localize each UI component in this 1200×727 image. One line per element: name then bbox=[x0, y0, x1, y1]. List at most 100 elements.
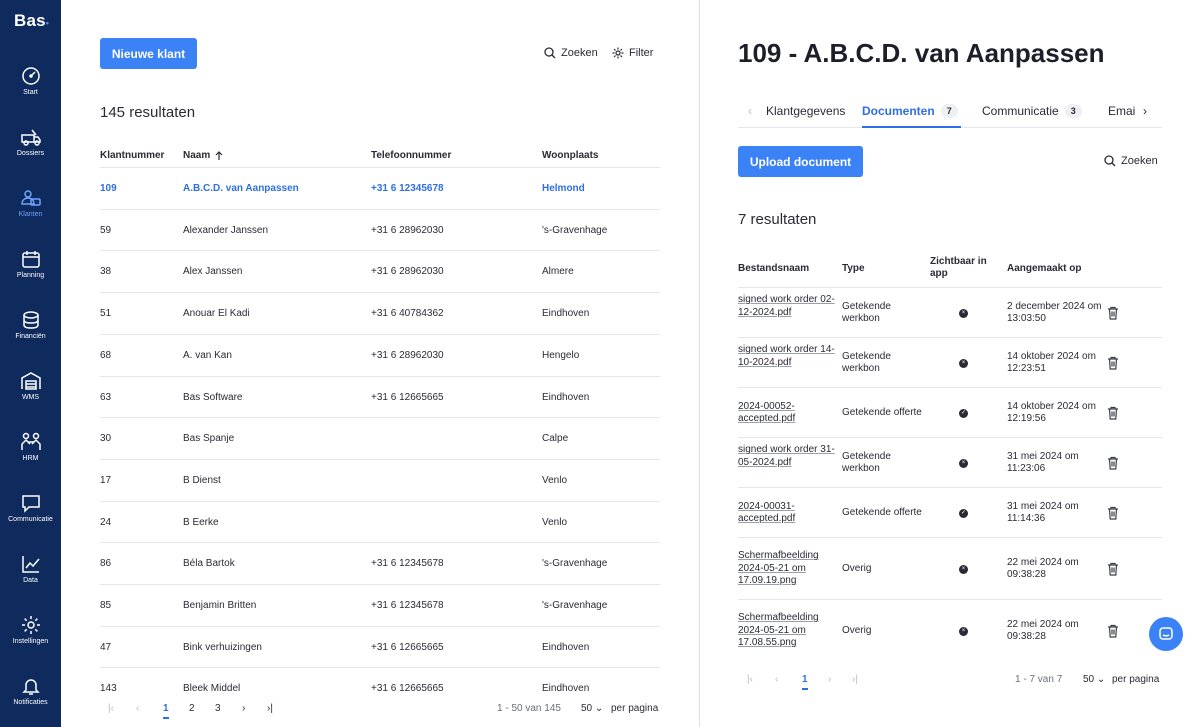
tab-communicatie[interactable]: Communicatie 3 bbox=[982, 104, 1082, 118]
document-row[interactable]: Schermafbeelding 2024-05-21 om 17.09.19.… bbox=[738, 537, 1162, 599]
column-header-woonplaats[interactable]: Woonplaats bbox=[542, 150, 598, 161]
filter-button[interactable]: Filter bbox=[612, 47, 653, 59]
trash-icon[interactable] bbox=[1107, 456, 1119, 473]
table-row[interactable]: 24 B Eerke Venlo bbox=[100, 500, 660, 543]
table-row[interactable]: 51 Anouar El Kadi +31 6 40784362 Eindhoven bbox=[100, 292, 660, 334]
trash-icon[interactable] bbox=[1107, 306, 1119, 323]
cell-woonplaats: 's-Gravenhage bbox=[542, 558, 608, 570]
document-row[interactable]: 2024-00031-accepted.pdf Getekende offerte… bbox=[738, 487, 1162, 537]
document-type: Getekende werkbon bbox=[842, 450, 891, 475]
support-chat-button[interactable] bbox=[1149, 617, 1183, 651]
cell-telefoonnummer: +31 6 12665665 bbox=[371, 641, 444, 653]
table-row[interactable]: 38 Alex Janssen +31 6 28962030 Almere bbox=[100, 250, 660, 292]
document-row[interactable]: signed work order 02-12-2024.pdf Getekend… bbox=[738, 287, 1162, 337]
not-visible-x-icon: × bbox=[959, 626, 968, 636]
trash-icon[interactable] bbox=[1107, 356, 1119, 373]
page-1-button[interactable]: 1 bbox=[163, 703, 169, 719]
first-page-button[interactable]: |‹ bbox=[108, 703, 114, 714]
first-page-button[interactable]: |‹ bbox=[747, 674, 753, 685]
trash-icon[interactable] bbox=[1107, 562, 1119, 579]
document-name-link[interactable]: 2024-00031-accepted.pdf bbox=[738, 501, 838, 526]
cell-naam: A.B.C.D. van Aanpassen bbox=[183, 183, 299, 194]
per-page-select[interactable]: 50 ⌄ bbox=[581, 703, 603, 714]
column-header-klantnummer[interactable]: Klantnummer bbox=[100, 150, 164, 161]
next-page-button[interactable]: › bbox=[828, 674, 831, 685]
table-row[interactable]: 30 Bas Spanje Calpe bbox=[100, 417, 660, 459]
table-row[interactable]: 68 A. van Kan +31 6 28962030 Hengelo bbox=[100, 333, 660, 376]
table-row[interactable]: 63 Bas Software +31 6 12665665 Eindhoven bbox=[100, 375, 660, 418]
sidebar-item-planning[interactable]: Planning bbox=[0, 249, 61, 301]
prev-page-button[interactable]: ‹ bbox=[775, 674, 778, 685]
per-page-select[interactable]: 50 ⌄ bbox=[1083, 674, 1105, 685]
document-row[interactable]: signed work order 14-10-2024.pdf Getekend… bbox=[738, 337, 1162, 387]
tabs-scroll-left-icon[interactable]: ‹ bbox=[748, 104, 752, 118]
sidebar: Bas• Start Dossiers Klanten Planning Fin… bbox=[0, 0, 61, 727]
document-row[interactable]: signed work order 31-05-2024.pdf Getekend… bbox=[738, 437, 1162, 487]
active-tab-indicator bbox=[862, 126, 961, 128]
document-name-link[interactable]: Schermafbeelding 2024-05-21 om 17.09.19.… bbox=[738, 550, 838, 588]
sidebar-item-start[interactable]: Start bbox=[0, 66, 61, 118]
cell-klantnummer: 51 bbox=[100, 308, 112, 320]
tab-klantgegevens[interactable]: Klantgegevens bbox=[766, 104, 845, 118]
sidebar-item-klanten[interactable]: Klanten bbox=[0, 188, 61, 240]
last-page-button[interactable]: ›| bbox=[852, 674, 858, 685]
tab-email[interactable]: Emai bbox=[1108, 104, 1135, 118]
last-page-button[interactable]: ›| bbox=[267, 703, 273, 714]
trash-icon[interactable] bbox=[1107, 624, 1119, 641]
table-row[interactable]: 59 Alexander Janssen +31 6 28962030 's-Grav… bbox=[100, 208, 660, 251]
truck-icon bbox=[20, 129, 41, 146]
column-header-zichtbaar[interactable]: Zichtbaar in app bbox=[930, 256, 994, 280]
tabs-scroll-right-icon[interactable]: › bbox=[1143, 104, 1147, 118]
search-icon bbox=[1104, 155, 1116, 167]
sidebar-item-wms[interactable]: WMS bbox=[0, 371, 61, 423]
sidebar-item-instellingen[interactable]: Instellingen bbox=[0, 615, 61, 667]
column-header-aangemaakt[interactable]: Aangemaakt op bbox=[1007, 263, 1081, 275]
tab-documenten[interactable]: Documenten 7 bbox=[862, 104, 958, 118]
cell-klantnummer: 63 bbox=[100, 391, 112, 403]
trash-icon[interactable] bbox=[1107, 506, 1119, 523]
document-name-link[interactable]: signed work order 31-05-2024.pdf bbox=[738, 444, 838, 469]
document-row[interactable]: Schermafbeelding 2024-05-21 om 17.08.55.… bbox=[738, 599, 1162, 661]
cell-klantnummer: 30 bbox=[100, 433, 112, 445]
results-count: 145 resultaten bbox=[100, 104, 196, 121]
brand-logo[interactable]: Bas• bbox=[14, 11, 49, 31]
page-2-button[interactable]: 2 bbox=[189, 703, 195, 714]
column-header-telefoonnummer[interactable]: Telefoonnummer bbox=[371, 150, 451, 161]
document-search-button[interactable]: Zoeken bbox=[1104, 155, 1158, 167]
page-3-button[interactable]: 3 bbox=[215, 703, 221, 714]
table-row[interactable]: 86 Béla Bartok +31 6 12345678 's-Gravenhage bbox=[100, 542, 660, 584]
next-page-button[interactable]: › bbox=[242, 703, 245, 714]
prev-page-button[interactable]: ‹ bbox=[136, 703, 139, 714]
new-customer-button[interactable]: Nieuwe klant bbox=[100, 38, 197, 69]
column-header-bestandsnaam[interactable]: Bestandsnaam bbox=[738, 263, 809, 275]
document-created-at: 14 oktober 2024 om 12:23:51 bbox=[1007, 350, 1096, 375]
document-name-link[interactable]: Schermafbeelding 2024-05-21 om 17.08.55.… bbox=[738, 612, 838, 650]
not-visible-x-icon: × bbox=[959, 308, 968, 318]
sidebar-item-data[interactable]: Data bbox=[0, 554, 61, 606]
trash-icon[interactable] bbox=[1107, 406, 1119, 423]
search-button[interactable]: Zoeken bbox=[544, 47, 598, 59]
document-name-link[interactable]: 2024-00052-accepted.pdf bbox=[738, 401, 838, 426]
cell-woonplaats: Eindhoven bbox=[542, 683, 590, 695]
cell-naam: Béla Bartok bbox=[183, 558, 235, 570]
cell-naam: Alex Janssen bbox=[183, 266, 243, 278]
column-header-naam[interactable]: Naam bbox=[183, 150, 224, 161]
column-header-label: Naam bbox=[183, 150, 211, 161]
page-1-button[interactable]: 1 bbox=[802, 674, 808, 690]
not-visible-x-icon: × bbox=[959, 564, 968, 574]
sidebar-item-notificaties[interactable]: Notificaties bbox=[0, 676, 61, 727]
sidebar-item-communicatie[interactable]: Communicatie bbox=[0, 493, 61, 545]
sidebar-item-financien[interactable]: Financiën bbox=[0, 310, 61, 362]
document-row[interactable]: 2024-00052-accepted.pdf Getekende offerte… bbox=[738, 387, 1162, 437]
table-row[interactable]: 85 Benjamin Britten +31 6 12345678 's-Grave… bbox=[100, 584, 660, 626]
document-name-link[interactable]: signed work order 02-12-2024.pdf bbox=[738, 294, 838, 319]
column-header-type[interactable]: Type bbox=[842, 263, 865, 275]
sidebar-item-hrm[interactable]: HRM bbox=[0, 432, 61, 484]
cell-woonplaats: Venlo bbox=[542, 516, 568, 528]
table-row[interactable]: 17 B Dienst Venlo bbox=[100, 458, 660, 501]
table-row[interactable]: 47 Bink verhuizingen +31 6 12665665 Eindhov… bbox=[100, 625, 660, 668]
sidebar-item-dossiers[interactable]: Dossiers bbox=[0, 127, 61, 179]
table-row[interactable]: 109 A.B.C.D. van Aanpassen +31 6 12345678 H… bbox=[100, 167, 660, 209]
document-name-link[interactable]: signed work order 14-10-2024.pdf bbox=[738, 344, 838, 369]
upload-document-button[interactable]: Upload document bbox=[738, 146, 863, 177]
